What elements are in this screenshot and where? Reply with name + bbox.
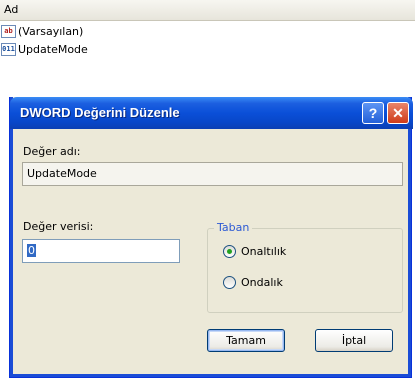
radio-decimal-label: Ondalık (241, 276, 283, 289)
value-data-label: Değer verisi: (23, 220, 94, 233)
list-item-updatemode[interactable]: 011 UpdateMode (1, 40, 88, 58)
list-item-label: (Varsayılan) (18, 24, 84, 38)
close-button[interactable]: ✕ (387, 102, 409, 124)
value-name-text: UpdateMode (27, 167, 97, 180)
binary-value-icon: 011 (1, 42, 16, 56)
list-item-default-value[interactable]: ab (Varsayılan) (1, 22, 83, 40)
radio-unselected-icon (223, 276, 236, 289)
base-groupbox (207, 228, 403, 313)
dialog-title: DWORD Değerini Düzenle (20, 105, 180, 120)
radio-hexadecimal-label: Onaltılık (241, 245, 287, 258)
value-data-text: 0 (27, 244, 36, 257)
radio-decimal[interactable]: Ondalık (223, 276, 283, 289)
radio-hexadecimal[interactable]: Onaltılık (223, 245, 286, 258)
edit-dword-dialog: DWORD Değerini Düzenle ? ✕ Değer adı: Up… (9, 97, 413, 378)
column-header-name: Ad (4, 3, 19, 16)
cancel-button[interactable]: İptal (315, 329, 393, 352)
value-data-input[interactable]: 0 (22, 239, 180, 263)
close-icon: ✕ (392, 105, 404, 121)
radio-selected-icon (223, 245, 236, 258)
dialog-titlebar[interactable]: DWORD Değerini Düzenle ? ✕ (10, 97, 413, 129)
column-header[interactable]: Ad (0, 0, 415, 21)
help-button[interactable]: ? (362, 102, 384, 124)
string-value-icon: ab (1, 24, 16, 38)
list-item-label: UpdateMode (18, 42, 88, 56)
help-icon: ? (368, 105, 378, 121)
ok-button[interactable]: Tamam (207, 329, 285, 352)
base-group-title: Taban (214, 221, 253, 234)
value-name-label: Değer adı: (23, 145, 81, 158)
value-name-field: UpdateMode (22, 162, 403, 186)
